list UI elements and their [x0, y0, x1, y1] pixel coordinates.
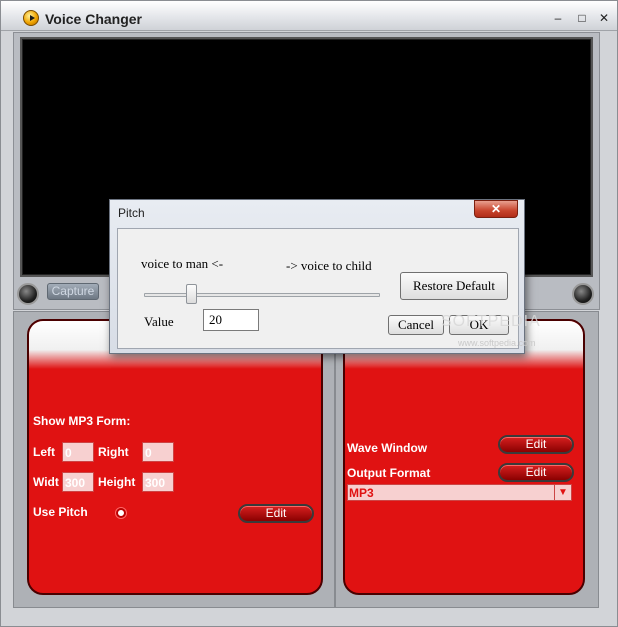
dropdown-arrow-icon[interactable]: ▼	[554, 485, 571, 500]
pitch-slider-track[interactable]	[144, 293, 380, 297]
title-bar[interactable]: Voice Changer – □ ✕	[1, 1, 617, 31]
left-input[interactable]: 0	[62, 442, 94, 462]
softpedia-watermark-url: www.softpedia.com	[458, 338, 536, 348]
maximize-button[interactable]: □	[573, 11, 591, 25]
softpedia-watermark: SOFTPEDIA	[441, 313, 541, 330]
app-icon	[23, 10, 39, 26]
pitch-dialog-title: Pitch	[118, 206, 145, 220]
voice-to-man-caption: voice to man <-	[141, 256, 224, 271]
output-format-select[interactable]: MP3 ▼	[347, 484, 572, 501]
pitch-dialog-close-button[interactable]: ✕	[474, 200, 518, 218]
height-input[interactable]: 300	[142, 472, 174, 492]
width-label: Widt	[33, 475, 59, 489]
right-knob-icon[interactable]	[572, 283, 594, 305]
use-pitch-radio[interactable]	[116, 508, 126, 518]
mp3-form-heading: Show MP3 Form:	[33, 414, 131, 428]
use-pitch-label: Use Pitch	[33, 505, 88, 519]
right-input[interactable]: 0	[142, 442, 174, 462]
width-input[interactable]: 300	[62, 472, 94, 492]
wave-panel	[343, 319, 585, 595]
close-button[interactable]: ✕	[595, 11, 613, 25]
output-edit-button[interactable]: Edit	[498, 463, 574, 482]
mp3-edit-button[interactable]: Edit	[238, 504, 314, 523]
restore-default-button[interactable]: Restore Default	[400, 272, 508, 300]
wave-window-label: Wave Window	[347, 441, 428, 455]
voice-to-child-caption: -> voice to child	[286, 258, 372, 273]
output-format-label: Output Format	[347, 466, 431, 480]
left-knob-icon[interactable]	[17, 283, 39, 305]
window-title: Voice Changer	[45, 11, 142, 27]
right-label: Right	[98, 445, 129, 459]
pitch-slider-thumb[interactable]	[186, 284, 197, 304]
cancel-button[interactable]: Cancel	[388, 315, 444, 335]
wave-edit-button[interactable]: Edit	[498, 435, 574, 454]
capture-button[interactable]: Capture	[47, 283, 99, 300]
minimize-button[interactable]: –	[549, 11, 567, 25]
format-value: MP3	[349, 486, 374, 500]
pitch-value-input[interactable]: 20	[203, 309, 259, 331]
value-label: Value	[144, 314, 174, 329]
height-label: Height	[98, 475, 136, 489]
left-label: Left	[33, 445, 55, 459]
